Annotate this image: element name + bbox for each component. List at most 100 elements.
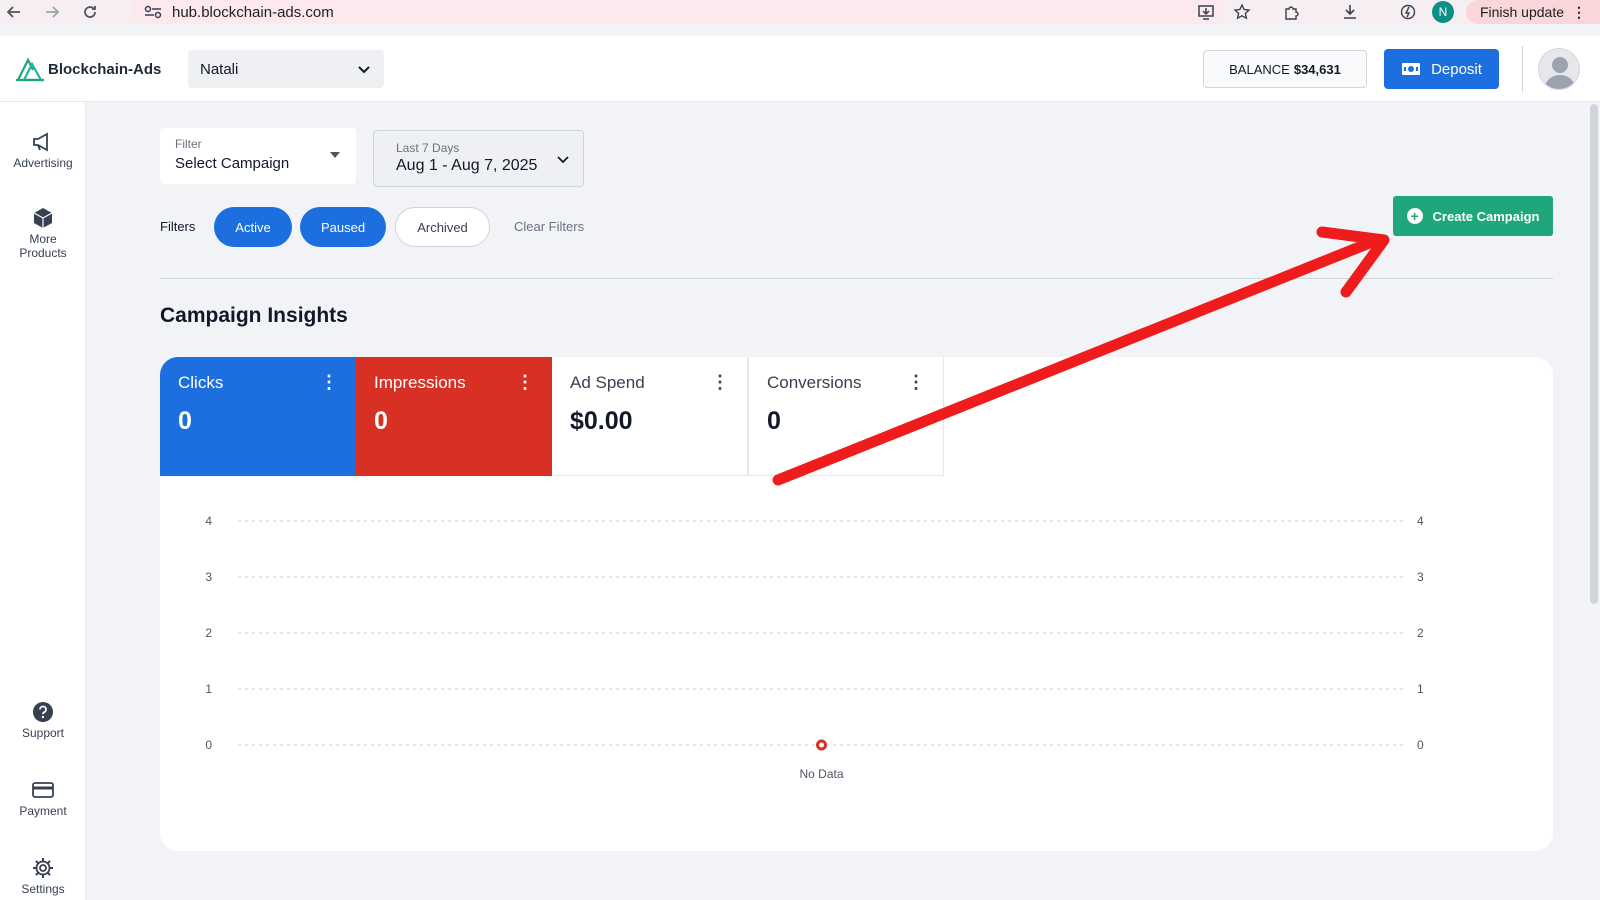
metric-tile-conversions[interactable]: Conversions 0 ⋮ (748, 357, 944, 476)
blockchain-ads-logo-icon (16, 57, 44, 82)
data-point (816, 739, 827, 751)
profile-avatar[interactable]: N (1431, 1, 1454, 23)
finish-update-button[interactable]: Finish update ⋮ (1465, 0, 1600, 24)
page-scrollbar-thumb[interactable] (1590, 104, 1598, 604)
add-circle-icon: + (1406, 208, 1423, 224)
clear-filters-link[interactable]: Clear Filters (514, 219, 584, 234)
metric-label: Clicks (178, 373, 224, 392)
metric-value: 0 (767, 407, 781, 435)
sidebar-item-advertising[interactable]: Advertising (0, 130, 86, 170)
y-tick-label-left: 2 (205, 626, 212, 640)
sidebar-item-label: Settings (21, 882, 65, 896)
metric-value: 0 (374, 407, 388, 435)
install-icon (1198, 5, 1214, 20)
y-tick-label-left: 4 (205, 514, 212, 528)
insights-card: Clicks 0 ⋮ Impressions 0 ⋮ Ad Spend $0.0… (160, 357, 1553, 851)
more-vert-icon[interactable]: ⋮ (320, 373, 338, 391)
campaign-filter-value: Select Campaign (175, 155, 290, 172)
y-tick-label-right: 3 (1417, 570, 1424, 584)
metric-value: $0.00 (570, 407, 633, 435)
y-tick-label-right: 0 (1417, 738, 1424, 752)
gear-icon (33, 858, 53, 878)
chevron-down-icon (557, 156, 569, 164)
campaign-filter-select[interactable]: Filter Select Campaign (160, 128, 356, 184)
help-icon (33, 702, 53, 722)
url-text: hub.blockchain-ads.com (172, 3, 334, 21)
insights-chart: 0 0 1 1 2 2 3 3 4 4 No Data (205, 514, 1424, 781)
header-divider (1522, 46, 1523, 92)
more-vert-icon[interactable]: ⋮ (907, 373, 925, 391)
date-range-select[interactable]: Last 7 Days Aug 1 - Aug 7, 2025 (373, 130, 584, 187)
metric-tile-clicks[interactable]: Clicks 0 ⋮ (160, 357, 356, 476)
metric-tile-ad-spend[interactable]: Ad Spend $0.00 ⋮ (552, 357, 748, 476)
back-arrow-icon (6, 6, 20, 18)
date-range-label: Last 7 Days (396, 141, 460, 155)
metric-tile-impressions[interactable]: Impressions 0 ⋮ (356, 357, 552, 476)
sidebar-item-more-products[interactable]: More Products (0, 206, 86, 260)
extensions-button[interactable] (1274, 0, 1310, 24)
user-avatar[interactable] (1538, 48, 1580, 90)
forward-arrow-icon (46, 6, 60, 18)
y-tick-label-left: 3 (205, 570, 212, 584)
sidebar-item-support[interactable]: Support (0, 700, 86, 740)
more-vert-icon[interactable]: ⋮ (711, 373, 729, 391)
sidebar: Advertising More Products Support Paymen… (0, 102, 86, 900)
puzzle-icon (1285, 6, 1299, 20)
download-icon (1343, 5, 1356, 19)
y-tick-label-right: 4 (1417, 514, 1424, 528)
reload-button[interactable] (76, 0, 104, 24)
metric-value: 0 (178, 407, 192, 435)
filter-chip-active[interactable]: Active (214, 207, 292, 247)
forward-button[interactable] (38, 0, 66, 24)
balance-display: BALANCE $34,631 (1203, 50, 1367, 88)
app-header: Blockchain-Ads Natali BALANCE $34,631 De… (0, 36, 1600, 102)
create-campaign-label: Create Campaign (1432, 208, 1540, 224)
finish-update-label: Finish update (1479, 4, 1564, 20)
sidebar-item-label: More Products (19, 232, 67, 260)
sidebar-item-label: Support (21, 726, 65, 740)
x-tick-label: No Data (799, 767, 843, 781)
y-tick-label-left: 0 (205, 738, 212, 752)
metric-label: Conversions (767, 373, 862, 392)
balance-amount: $34,631 (1293, 61, 1341, 77)
deposit-button[interactable]: Deposit (1384, 49, 1499, 89)
sidebar-item-label: Advertising (13, 156, 73, 170)
bookmark-button[interactable] (1224, 0, 1260, 24)
section-divider (160, 278, 1553, 279)
metric-label: Ad Spend (570, 373, 645, 392)
sidebar-item-payment[interactable]: Payment (0, 778, 86, 818)
campaign-filter-label: Filter (175, 137, 202, 151)
brand-name: Blockchain-Ads (48, 60, 162, 78)
create-campaign-button[interactable]: + Create Campaign (1393, 196, 1553, 236)
cube-icon (33, 208, 53, 228)
downloads-button[interactable] (1332, 0, 1368, 24)
install-app-button[interactable] (1188, 0, 1224, 24)
annotation-arrow-head (1316, 226, 1390, 298)
filter-chip-archived[interactable]: Archived (395, 207, 490, 247)
performance-button[interactable] (1390, 0, 1426, 24)
back-button[interactable] (0, 0, 28, 24)
metric-label: Impressions (374, 373, 466, 392)
sidebar-item-settings[interactable]: Settings (0, 856, 86, 896)
browser-toolbar: hub.blockchain-ads.com N Finish update ⋮ (0, 0, 1600, 24)
balance-label: BALANCE (1229, 61, 1290, 77)
cash-icon (1402, 63, 1421, 75)
account-name: Natali (200, 60, 239, 78)
deposit-label: Deposit (1431, 60, 1482, 78)
brand-logo[interactable]: Blockchain-Ads (14, 54, 161, 84)
gauge-icon (1400, 4, 1416, 20)
more-vert-icon[interactable]: ⋮ (516, 373, 534, 391)
account-selector[interactable]: Natali (188, 50, 384, 88)
y-tick-label-right: 2 (1417, 626, 1424, 640)
filter-chip-paused[interactable]: Paused (300, 207, 386, 247)
y-tick-label-left: 1 (205, 682, 212, 696)
filters-label: Filters (160, 219, 196, 234)
credit-card-icon (32, 782, 54, 798)
megaphone-icon (33, 132, 48, 152)
reload-icon (84, 6, 96, 18)
site-settings-icon[interactable] (144, 5, 162, 19)
user-icon (1539, 49, 1579, 89)
address-bar[interactable]: hub.blockchain-ads.com (132, 0, 1224, 24)
insights-title: Campaign Insights (160, 304, 348, 327)
caret-down-icon (330, 152, 340, 158)
